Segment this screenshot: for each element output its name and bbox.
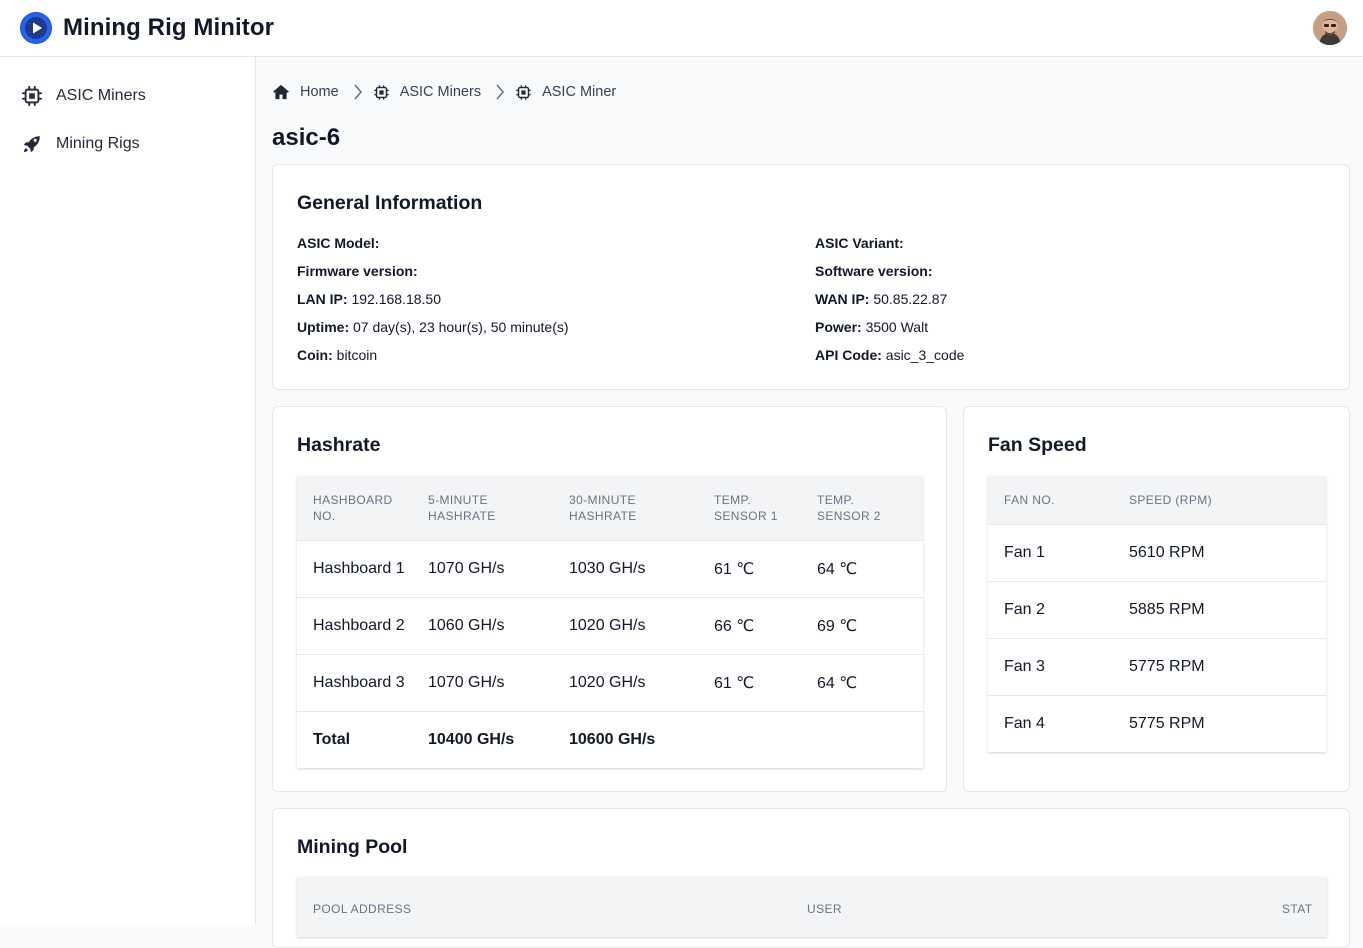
breadcrumb-asic-miner[interactable]: ASIC Miner (515, 84, 616, 101)
chevron-right-icon (495, 84, 505, 100)
breadcrumb-asic-miners[interactable]: ASIC Miners (373, 84, 481, 101)
info-coin: Coin: bitcoin (297, 347, 378, 363)
table-header-row: Pool Address User Stat (297, 877, 1327, 937)
mining-pool-table: Pool Address User Stat (297, 877, 1327, 937)
column-header: 5-Minute Hashrate (428, 476, 569, 540)
breadcrumb-label: ASIC Miners (399, 84, 482, 100)
table-cell: Hashboard 2 (297, 596, 428, 654)
table-cell: Fan 1 (988, 523, 1129, 581)
table-cell: 5610 RPM (1129, 523, 1326, 581)
table-header-row: Hashboard No. 5-Minute Hashrate 30-Minut… (297, 476, 923, 540)
info-asic-variant: ASIC Variant: (815, 235, 904, 251)
breadcrumb-label: Home (300, 84, 339, 100)
column-header: Temp. Sensor 1 (714, 476, 817, 540)
info-asic-model: ASIC Model: (297, 235, 380, 251)
table-row: Hashboard 1 1070 GH/s 1030 GH/s 61 ℃ 64 … (297, 539, 923, 597)
info-firmware-version: Firmware version: (297, 263, 418, 279)
table-cell: 5775 RPM (1129, 637, 1326, 695)
table-cell: 69 ℃ (817, 596, 923, 654)
info-power: Power: 3500 Walt (815, 319, 929, 335)
table-cell (714, 710, 817, 768)
column-header: Hashboard No. (297, 476, 428, 540)
breadcrumb: Home ASIC Miners ASIC Miner (272, 81, 616, 103)
column-header: Temp. Sensor 2 (817, 476, 923, 540)
table-cell: 10600 GH/s (569, 710, 714, 768)
app-title: Mining Rig Minitor (63, 14, 275, 41)
card-title: Fan Speed (988, 434, 1087, 456)
info-uptime: Uptime: 07 day(s), 23 hour(s), 50 minute… (297, 319, 569, 335)
column-header: Speed (RPM) (1129, 476, 1326, 524)
table-cell: 10400 GH/s (428, 710, 569, 768)
sidebar: ASIC Miners Mining Rigs (0, 57, 256, 925)
table-cell: Hashboard 1 (297, 539, 428, 597)
table-cell (817, 710, 923, 768)
table-cell: 1070 GH/s (428, 539, 569, 597)
fan-speed-table: Fan No. Speed (RPM) Fan 1 5610 RPM Fan 2… (988, 476, 1326, 752)
top-bar: Mining Rig Minitor (0, 0, 1363, 57)
table-cell: 5885 RPM (1129, 580, 1326, 638)
table-cell: Fan 3 (988, 637, 1129, 695)
breadcrumb-home[interactable]: Home (272, 83, 339, 101)
hashrate-card: Hashrate Hashboard No. 5-Minute Hashrate… (272, 406, 947, 792)
card-title: Mining Pool (297, 836, 408, 858)
table-cell: 64 ℃ (817, 653, 923, 711)
column-header: 30-Minute Hashrate (569, 476, 714, 540)
table-cell: Fan 4 (988, 694, 1129, 752)
app-logo-icon[interactable] (20, 12, 52, 44)
table-row: Fan 1 5610 RPM (988, 523, 1326, 581)
column-header: Stat (1282, 877, 1327, 937)
mining-pool-card: Mining Pool Pool Address User Stat (272, 808, 1350, 948)
card-title: General Information (297, 192, 483, 214)
table-cell: 1020 GH/s (569, 653, 714, 711)
info-software-version: Software version: (815, 263, 933, 279)
general-information-card: General Information ASIC Model: Firmware… (272, 164, 1350, 390)
hashrate-table: Hashboard No. 5-Minute Hashrate 30-Minut… (297, 476, 923, 768)
table-cell: 1030 GH/s (569, 539, 714, 597)
sidebar-item-asic-miners[interactable]: ASIC Miners (20, 82, 240, 110)
user-avatar[interactable] (1313, 11, 1347, 45)
chevron-right-icon (353, 84, 363, 100)
column-header: User (807, 877, 1282, 937)
page-title: asic-6 (272, 124, 341, 151)
general-info-left: ASIC Model: Firmware version: LAN IP: 19… (297, 234, 569, 374)
table-header-row: Fan No. Speed (RPM) (988, 476, 1326, 524)
fan-speed-card: Fan Speed Fan No. Speed (RPM) Fan 1 5610… (963, 406, 1350, 792)
breadcrumb-label: ASIC Miner (542, 84, 617, 100)
rocket-icon (20, 132, 44, 156)
table-cell: Hashboard 3 (297, 653, 428, 711)
main-content: Home ASIC Miners ASIC Miner asic-6 Gener… (256, 57, 1363, 948)
chip-icon (515, 84, 532, 101)
column-header: Pool Address (297, 877, 807, 937)
table-cell: 64 ℃ (817, 539, 923, 597)
sidebar-item-label: Mining Rigs (56, 135, 140, 152)
table-cell: Total (297, 710, 428, 768)
card-title: Hashrate (297, 434, 381, 456)
table-cell: 1060 GH/s (428, 596, 569, 654)
sidebar-item-label: ASIC Miners (56, 87, 146, 104)
table-cell: Fan 2 (988, 580, 1129, 638)
table-row: Fan 2 5885 RPM (988, 580, 1326, 638)
table-cell: 61 ℃ (714, 653, 817, 711)
table-row: Hashboard 2 1060 GH/s 1020 GH/s 66 ℃ 69 … (297, 596, 923, 654)
chip-icon (20, 84, 44, 108)
info-api-code: API Code: asic_3_code (815, 347, 965, 363)
chip-icon (373, 84, 390, 101)
info-lan-ip: LAN IP: 192.168.18.50 (297, 291, 441, 307)
column-header: Fan No. (988, 476, 1129, 524)
table-row: Hashboard 3 1070 GH/s 1020 GH/s 61 ℃ 64 … (297, 653, 923, 711)
info-wan-ip: WAN IP: 50.85.22.87 (815, 291, 948, 307)
table-row: Fan 3 5775 RPM (988, 637, 1326, 695)
sidebar-item-mining-rigs[interactable]: Mining Rigs (20, 130, 240, 158)
general-info-right: ASIC Variant: Software version: WAN IP: … (815, 234, 964, 374)
table-cell: 1020 GH/s (569, 596, 714, 654)
table-total-row: Total 10400 GH/s 10600 GH/s (297, 710, 923, 768)
table-cell: 61 ℃ (714, 539, 817, 597)
table-cell: 1070 GH/s (428, 653, 569, 711)
table-row: Fan 4 5775 RPM (988, 694, 1326, 752)
table-cell: 5775 RPM (1129, 694, 1326, 752)
table-cell: 66 ℃ (714, 596, 817, 654)
home-icon (272, 83, 290, 101)
